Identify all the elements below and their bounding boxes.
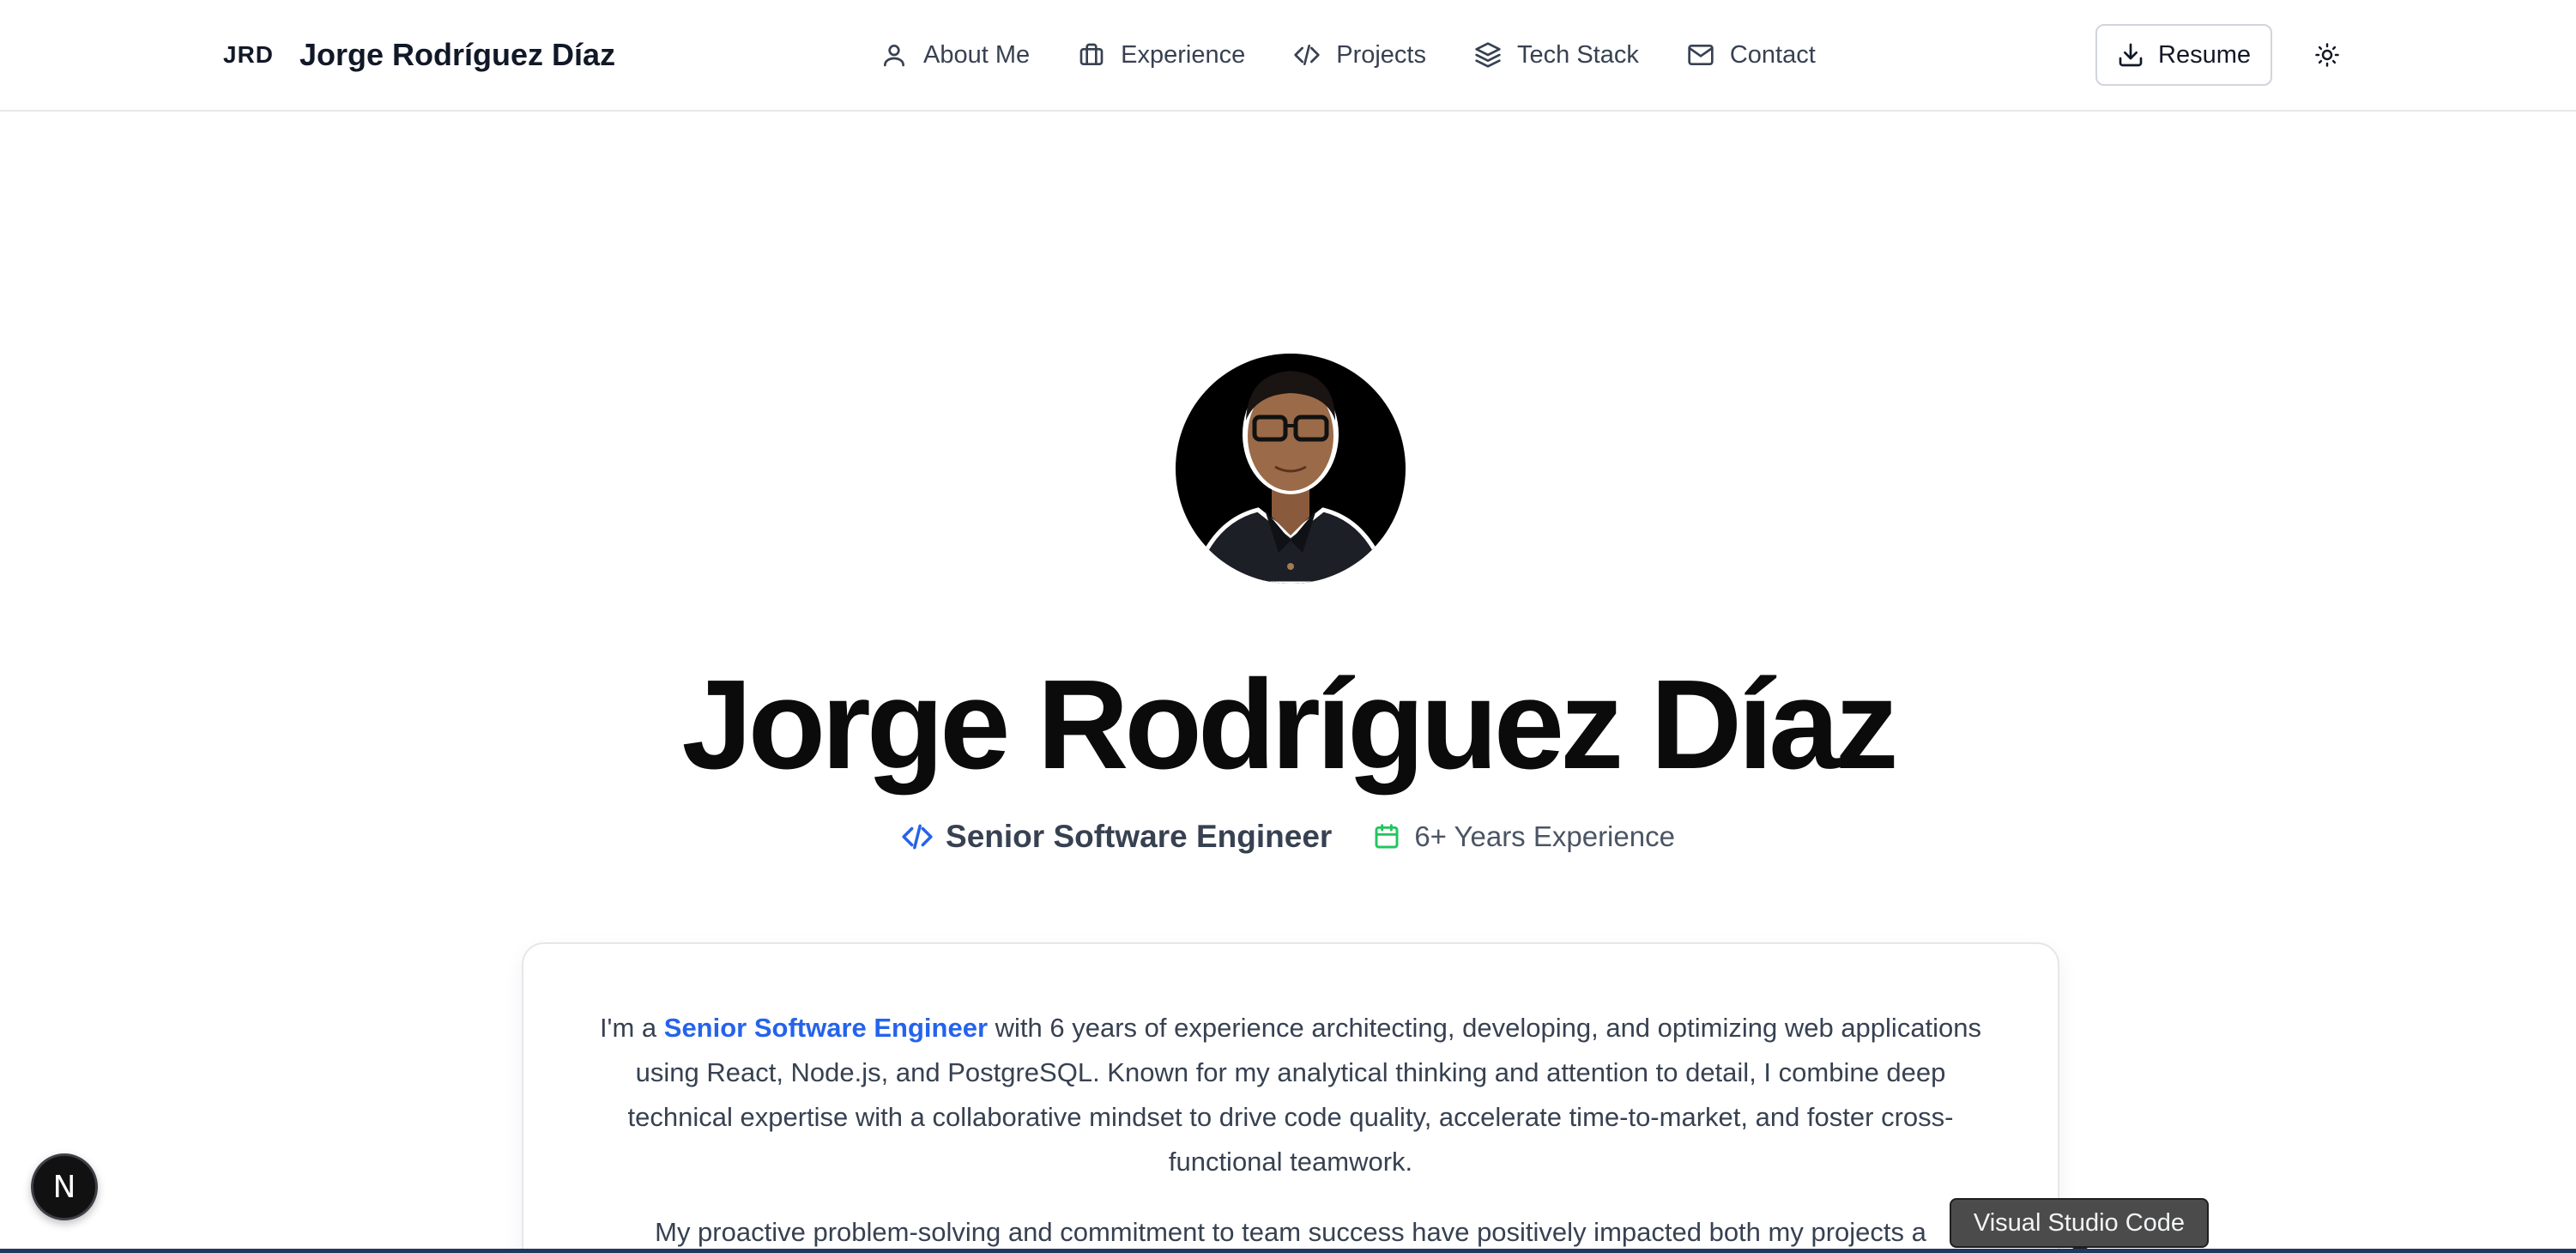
nextjs-logo-icon: N xyxy=(52,1169,76,1205)
calendar-icon xyxy=(1375,824,1399,849)
role-meta: Senior Software Engineer xyxy=(901,819,1332,855)
user-icon xyxy=(884,45,904,67)
nav-label: Contact xyxy=(1729,40,1816,69)
profile-photo xyxy=(1176,354,1406,584)
main-nav: About Me Experience Projects Tech Stack … xyxy=(880,0,1816,110)
nav-label: About Me xyxy=(923,40,1031,69)
role-label: Senior Software Engineer xyxy=(946,819,1333,854)
resume-button[interactable]: Resume xyxy=(2095,24,2272,86)
code-icon xyxy=(902,824,933,850)
nav-tech-stack[interactable]: Tech Stack xyxy=(1474,41,1639,70)
nav-projects[interactable]: Projects xyxy=(1293,41,1426,70)
nav-label: Tech Stack xyxy=(1517,40,1639,69)
theme-toggle-button[interactable] xyxy=(2307,34,2348,76)
profile-avatar xyxy=(1176,342,1406,584)
sun-icon xyxy=(2315,43,2339,67)
code-icon xyxy=(1294,45,1320,65)
about-prefix: I'm a xyxy=(599,1013,664,1043)
about-highlight: Senior Software Engineer xyxy=(663,1013,989,1043)
taskbar-edge xyxy=(0,1249,2576,1253)
nav-about-me[interactable]: About Me xyxy=(880,41,1030,70)
download-icon xyxy=(2119,43,2143,67)
about-paragraph-1: I'm a Senior Software Engineer with 6 ye… xyxy=(599,1006,1982,1184)
brand-name[interactable]: Jorge Rodríguez Díaz xyxy=(299,37,615,73)
hero-name: Jorge Rodríguez Díaz xyxy=(681,654,1898,796)
about-card: I'm a Senior Software Engineer with 6 ye… xyxy=(522,942,2059,1253)
brand-mark[interactable]: JRD xyxy=(223,41,274,69)
nav-label: Projects xyxy=(1336,40,1426,69)
resume-label: Resume xyxy=(2158,40,2251,69)
briefcase-icon xyxy=(1079,43,1104,65)
experience-meta: 6+ Years Experience xyxy=(1373,820,1675,853)
mail-icon xyxy=(1688,45,1714,65)
nextjs-devtools-button[interactable]: N xyxy=(31,1153,98,1220)
nav-contact[interactable]: Contact xyxy=(1687,41,1816,70)
taskbar-tooltip: Visual Studio Code xyxy=(1950,1198,2209,1248)
hero-meta: Senior Software Engineer 6+ Years Experi… xyxy=(0,815,2576,858)
nav-label: Experience xyxy=(1121,40,1246,69)
nav-experience[interactable]: Experience xyxy=(1078,41,1245,70)
years-label: 6+ Years Experience xyxy=(1414,820,1675,852)
brand[interactable]: JRD Jorge Rodríguez Díaz xyxy=(223,0,615,110)
about-paragraph-2: My proactive problem-solving and commitm… xyxy=(655,1217,1926,1247)
layers-icon xyxy=(1475,42,1501,68)
site-header: JRD Jorge Rodríguez Díaz About Me Experi… xyxy=(0,0,2576,112)
